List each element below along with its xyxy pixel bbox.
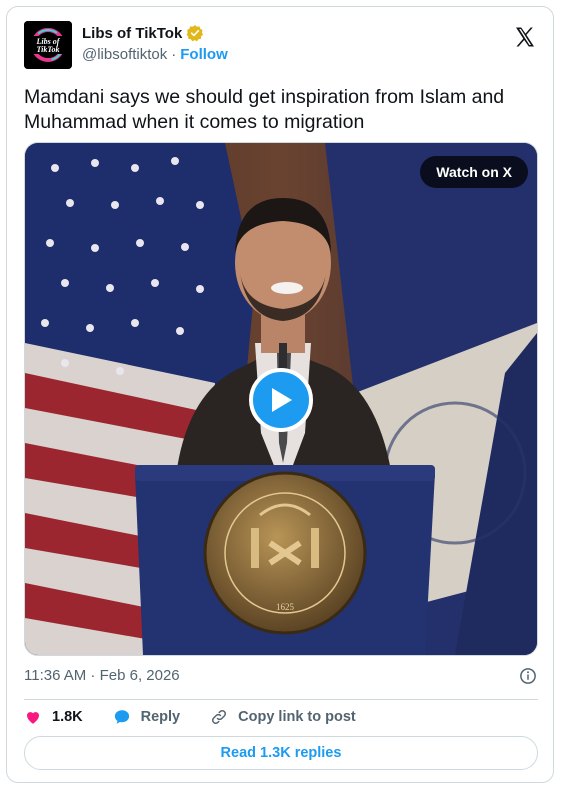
reply-bubble-icon [114,710,129,724]
author-display-name[interactable]: Libs of TikTok [82,25,182,42]
author-avatar[interactable]: Libs of TikTok [24,21,72,69]
copy-link-button[interactable]: Copy link to post [210,708,356,726]
avatar-logo: Libs of TikTok [24,21,72,69]
info-icon[interactable] [519,667,537,685]
author-name-row: Libs of TikTok [82,24,204,42]
seal-year: 1625 [276,602,295,612]
like-button[interactable]: 1.8K [24,708,83,726]
handle-separator: · [171,46,177,63]
heart-icon [27,712,39,724]
play-icon [272,388,292,412]
author-handle[interactable]: @libsoftiktok [82,46,167,63]
reply-button[interactable]: Reply [113,708,181,726]
verified-badge-icon [186,25,204,42]
x-logo-icon[interactable] [513,25,537,49]
tweet-text: Mamdani says we should get inspiration f… [24,86,505,133]
read-replies-button[interactable]: Read 1.3K replies [24,736,538,770]
video-media[interactable]: 1625 Watch on X [24,142,538,656]
action-bar: 1.8K Reply Copy link to post [24,707,386,727]
link-icon [212,709,227,725]
author-handle-row: @libsoftiktok · Follow [82,46,228,63]
play-button[interactable] [249,368,313,432]
reply-label: Reply [140,709,181,725]
divider [24,699,538,700]
follow-button[interactable]: Follow [180,46,228,63]
like-count: 1.8K [52,709,83,725]
tweet-card: Libs of TikTok Libs of TikTok @libsoftik… [6,6,554,783]
post-timestamp[interactable]: 11:36 AM · Feb 6, 2026 [24,667,180,684]
copy-link-label: Copy link to post [238,709,356,725]
svg-text:TikTok: TikTok [37,45,60,54]
watch-on-x-button[interactable]: Watch on X [420,156,528,188]
